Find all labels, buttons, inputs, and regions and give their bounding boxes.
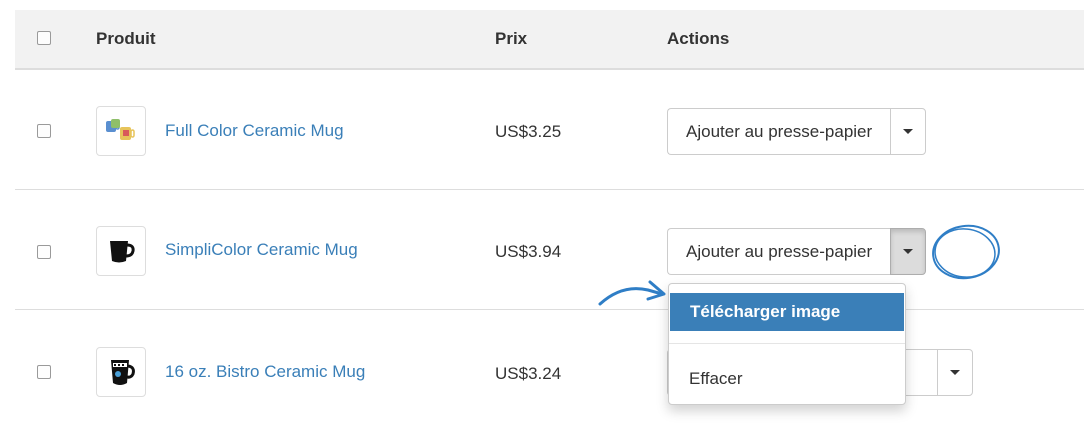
product-name-link[interactable]: SimpliColor Ceramic Mug xyxy=(165,240,358,260)
caret-down-icon xyxy=(903,249,914,254)
add-to-clipboard-button[interactable]: Ajouter au presse-papier xyxy=(667,228,891,275)
caret-down-icon xyxy=(903,129,914,134)
black-mug-icon xyxy=(110,241,135,263)
table-header: Produit Prix Actions xyxy=(15,10,1084,70)
row-checkbox[interactable] xyxy=(37,245,51,259)
download-image-menu-item[interactable]: Télécharger image xyxy=(670,293,904,331)
column-header-actions: Actions xyxy=(667,29,730,48)
product-table-page: Produit Prix Actions Full Color Ceramic … xyxy=(0,0,1084,427)
delete-menu-item[interactable]: Effacer xyxy=(669,360,905,398)
product-price: US$3.94 xyxy=(495,242,562,261)
black-mug-thumbnail[interactable] xyxy=(96,226,146,276)
actions-dropdown-toggle[interactable] xyxy=(890,228,927,275)
select-all-checkbox[interactable] xyxy=(37,31,51,45)
actions-dropdown-toggle[interactable] xyxy=(937,349,973,396)
row-checkbox[interactable] xyxy=(37,124,51,138)
column-header-product[interactable]: Produit xyxy=(96,29,156,49)
product-name-link[interactable]: Full Color Ceramic Mug xyxy=(165,121,344,141)
bistro-mug-icon xyxy=(111,360,135,385)
product-name-link[interactable]: 16 oz. Bistro Ceramic Mug xyxy=(165,362,365,382)
actions-dropdown-menu: Télécharger image Effacer xyxy=(668,283,906,405)
row-checkbox[interactable] xyxy=(37,365,51,379)
color-mugs-icon xyxy=(106,119,135,140)
bistro-mug-thumbnail[interactable] xyxy=(96,347,146,397)
action-button-group: Ajouter au presse-papier xyxy=(667,108,927,155)
column-header-price[interactable]: Prix xyxy=(495,29,527,49)
table-row: Full Color Ceramic Mug US$3.25 Ajouter a… xyxy=(15,70,1084,190)
table-row: SimpliColor Ceramic Mug US$3.94 Ajouter … xyxy=(15,190,1084,310)
action-button-group: Ajouter au presse-papier xyxy=(667,228,927,275)
product-price: US$3.25 xyxy=(495,122,562,141)
color-mugs-thumbnail[interactable] xyxy=(96,106,146,156)
menu-divider xyxy=(669,343,905,344)
table-row: 16 oz. Bistro Ceramic Mug US$3.24 er xyxy=(15,310,1084,427)
product-price: US$3.24 xyxy=(495,364,562,383)
actions-dropdown-toggle[interactable] xyxy=(890,108,927,155)
caret-down-icon xyxy=(950,370,960,375)
add-to-clipboard-button[interactable]: Ajouter au presse-papier xyxy=(667,108,891,155)
